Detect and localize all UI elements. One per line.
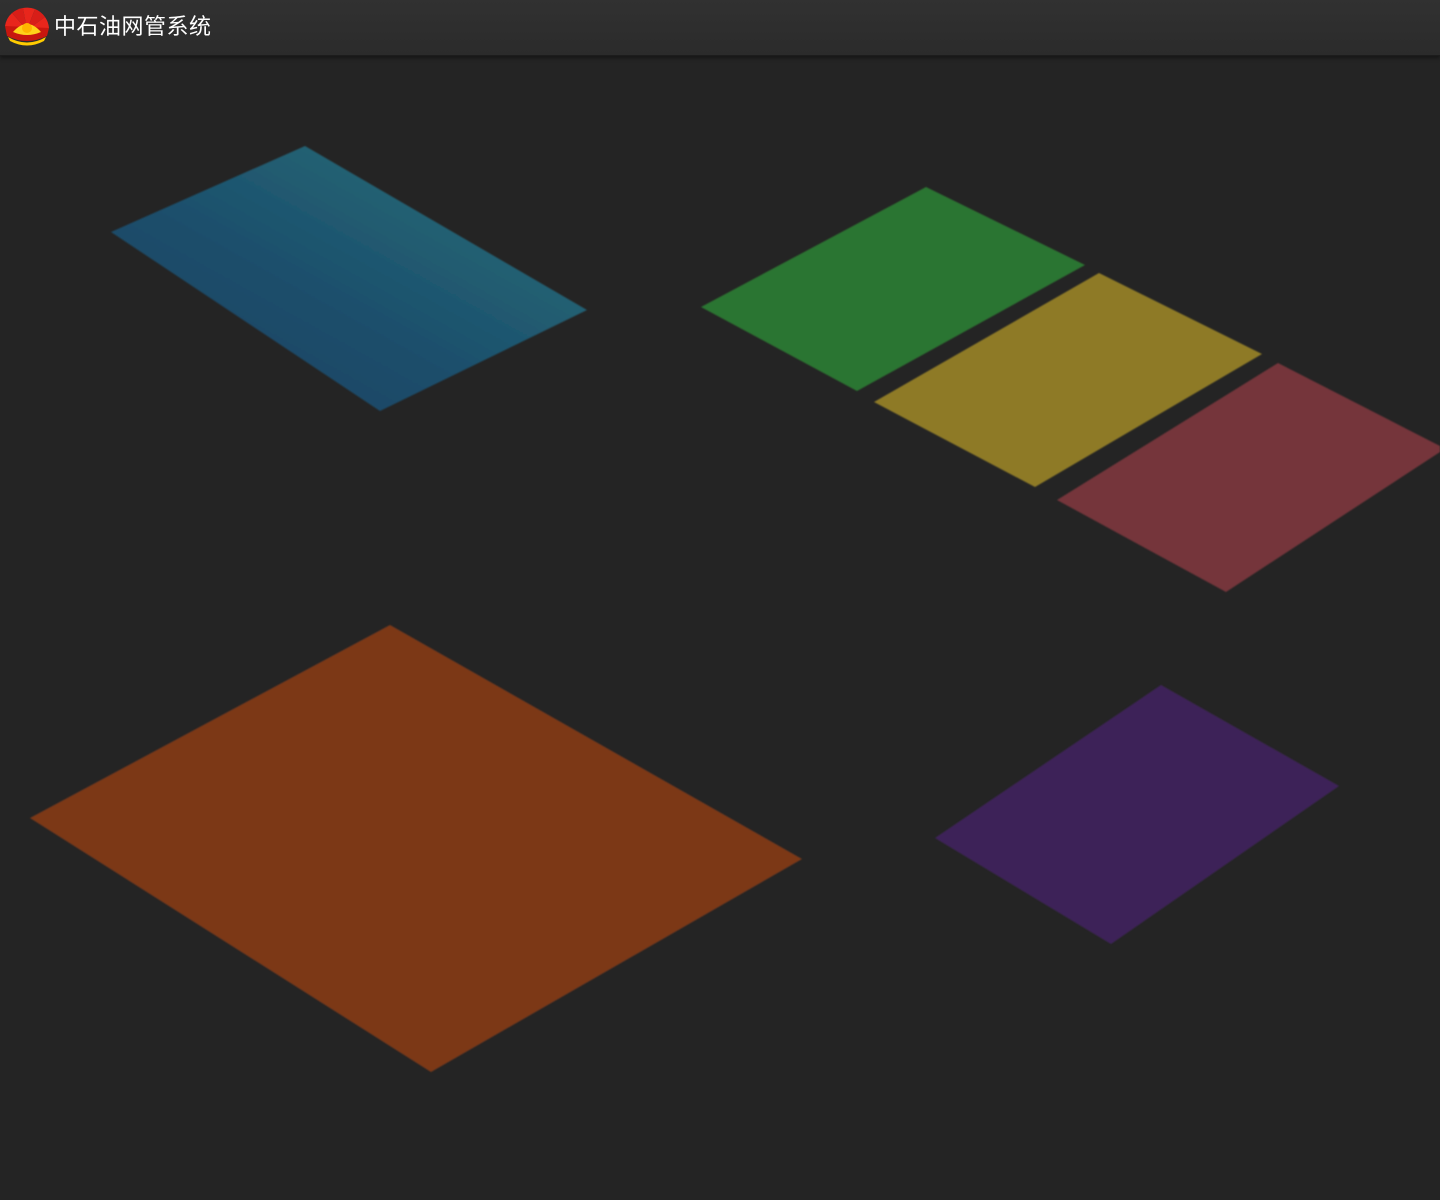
top-bar: 中石油网管系统 <box>0 0 1440 56</box>
purple-tile[interactable] <box>935 685 1339 944</box>
brand[interactable]: 中石油网管系统 <box>4 6 212 50</box>
petrochina-logo-icon <box>5 7 49 46</box>
orange-tile[interactable] <box>30 625 802 1072</box>
app-title: 中石油网管系统 <box>54 15 212 40</box>
blue-tile[interactable] <box>111 146 587 411</box>
tile-canvas <box>30 146 1440 1072</box>
